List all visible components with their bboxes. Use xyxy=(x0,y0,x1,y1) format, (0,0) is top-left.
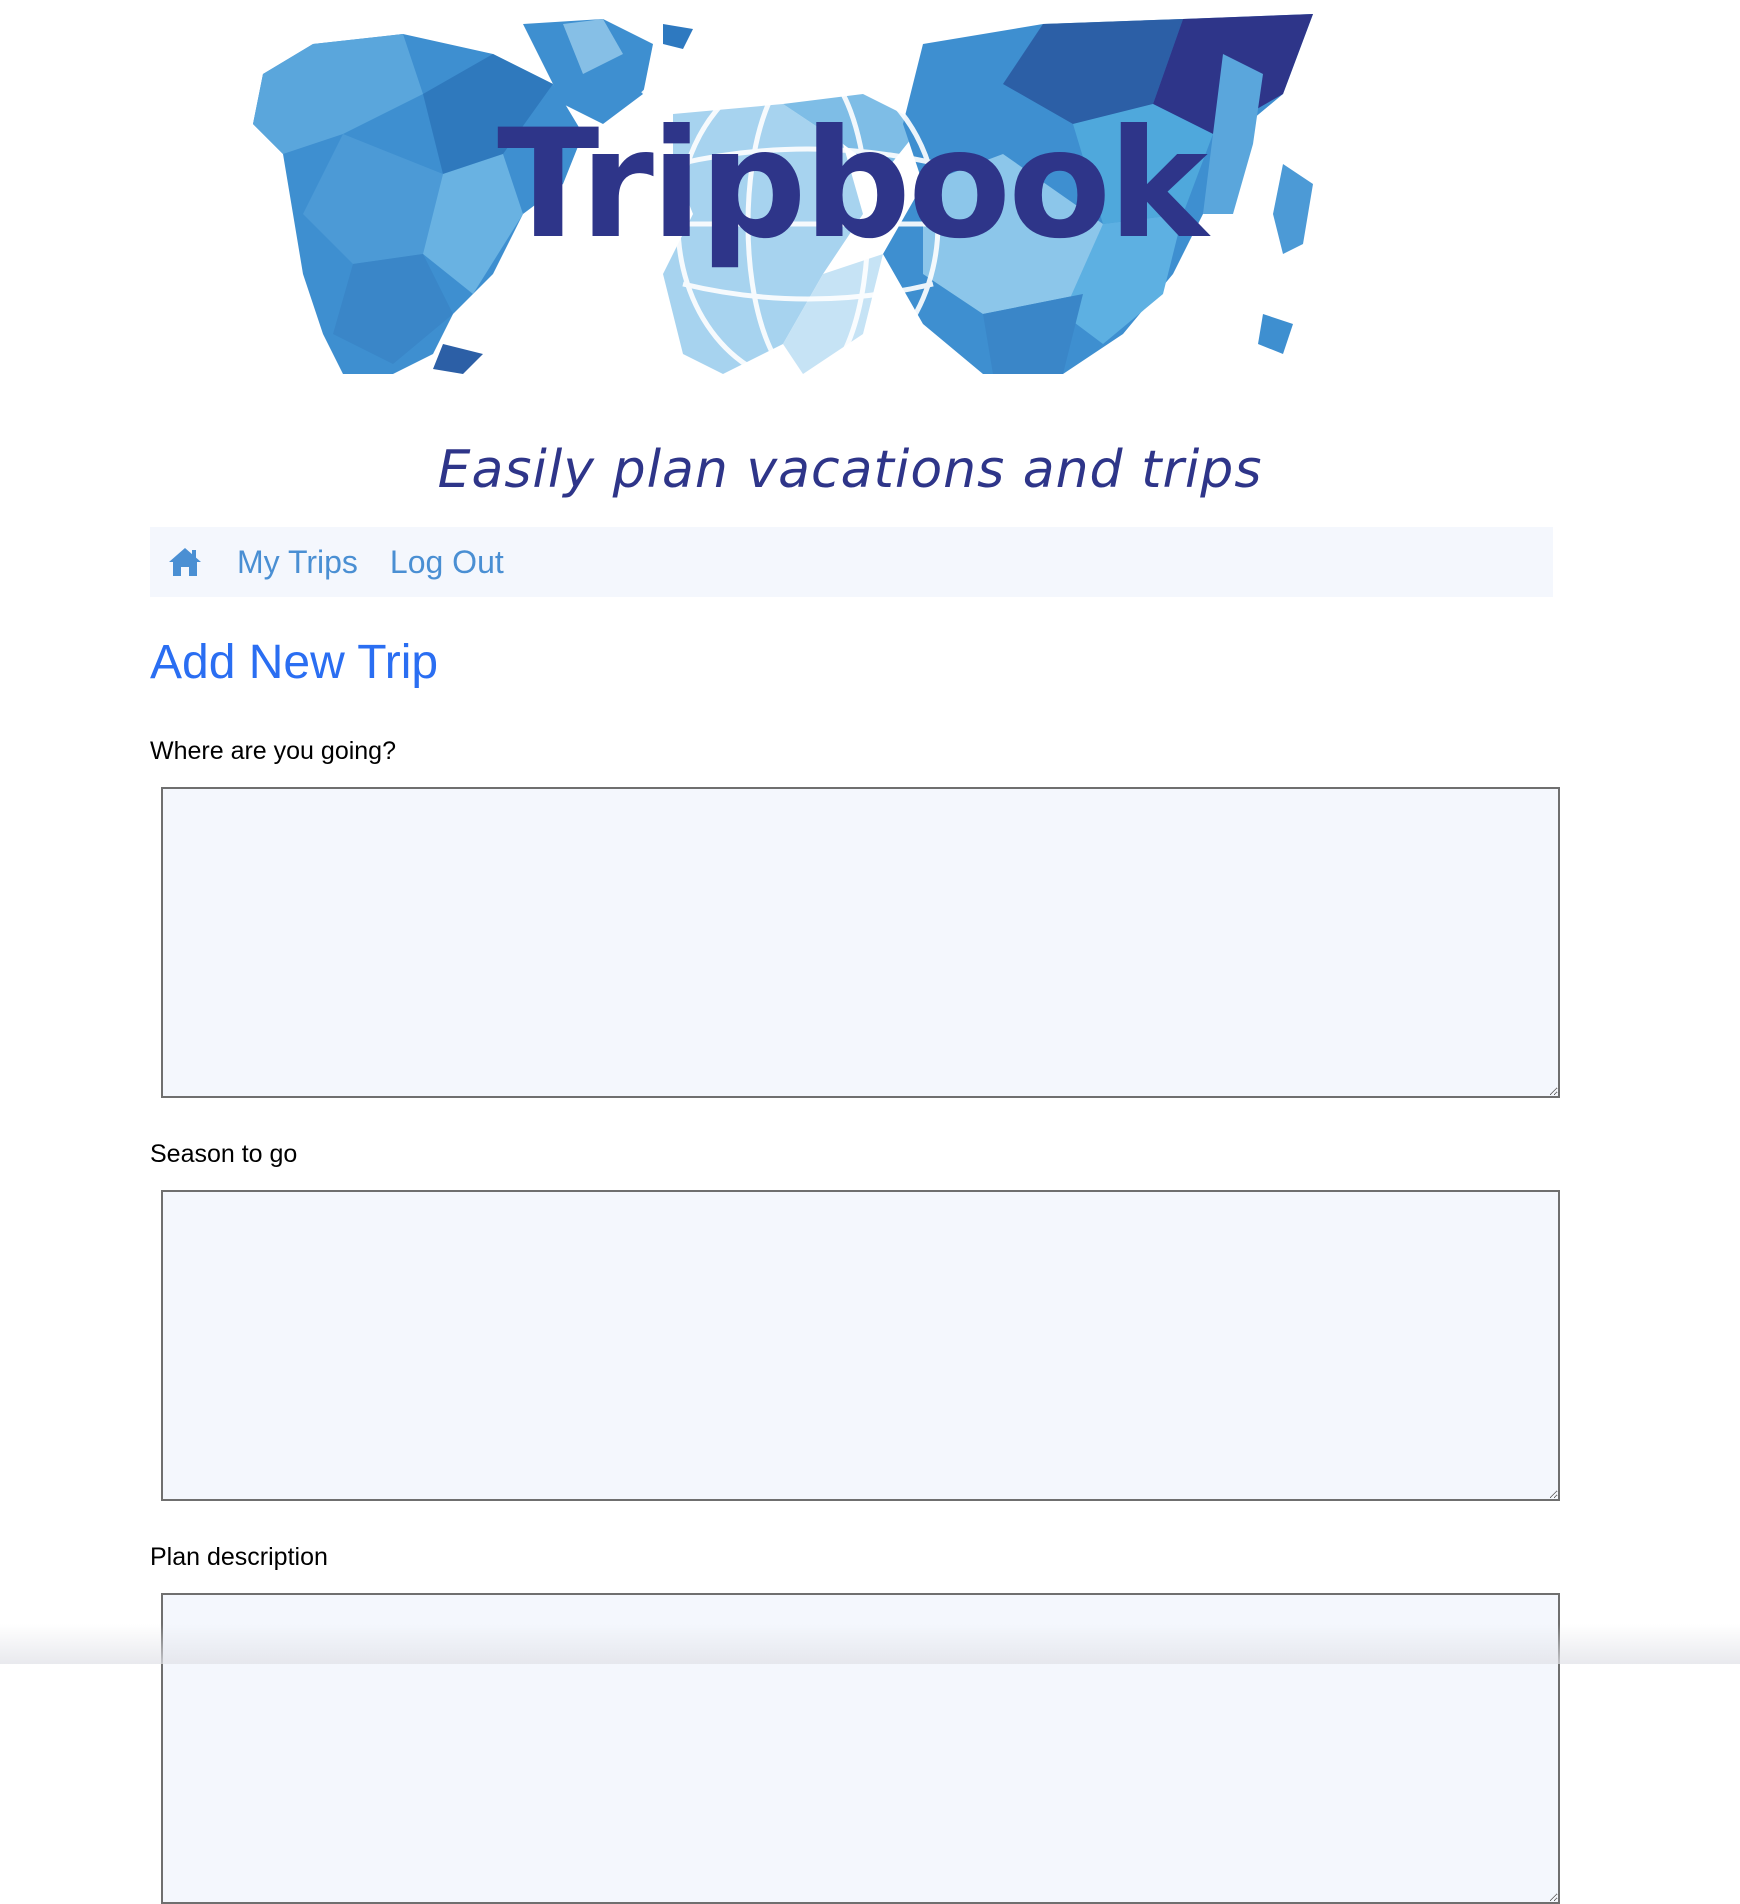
tripbook-banner: Tripbook xyxy=(223,14,1479,374)
nav-link-log-out[interactable]: Log Out xyxy=(390,544,504,581)
page-title: Add New Trip xyxy=(150,636,439,689)
destination-label: Where are you going? xyxy=(150,737,396,765)
nav-link-my-trips[interactable]: My Trips xyxy=(237,544,358,581)
season-textarea[interactable] xyxy=(161,1190,1560,1501)
season-label: Season to go xyxy=(150,1140,298,1168)
home-icon[interactable] xyxy=(166,545,204,579)
plan-description-label: Plan description xyxy=(150,1543,328,1571)
tagline: Easily plan vacations and trips xyxy=(437,440,1263,500)
main-navbar: My Trips Log Out xyxy=(150,527,1553,597)
tripbook-logo: Tripbook xyxy=(497,98,1208,272)
destination-textarea[interactable] xyxy=(161,787,1560,1098)
plan-description-textarea[interactable] xyxy=(161,1593,1560,1904)
